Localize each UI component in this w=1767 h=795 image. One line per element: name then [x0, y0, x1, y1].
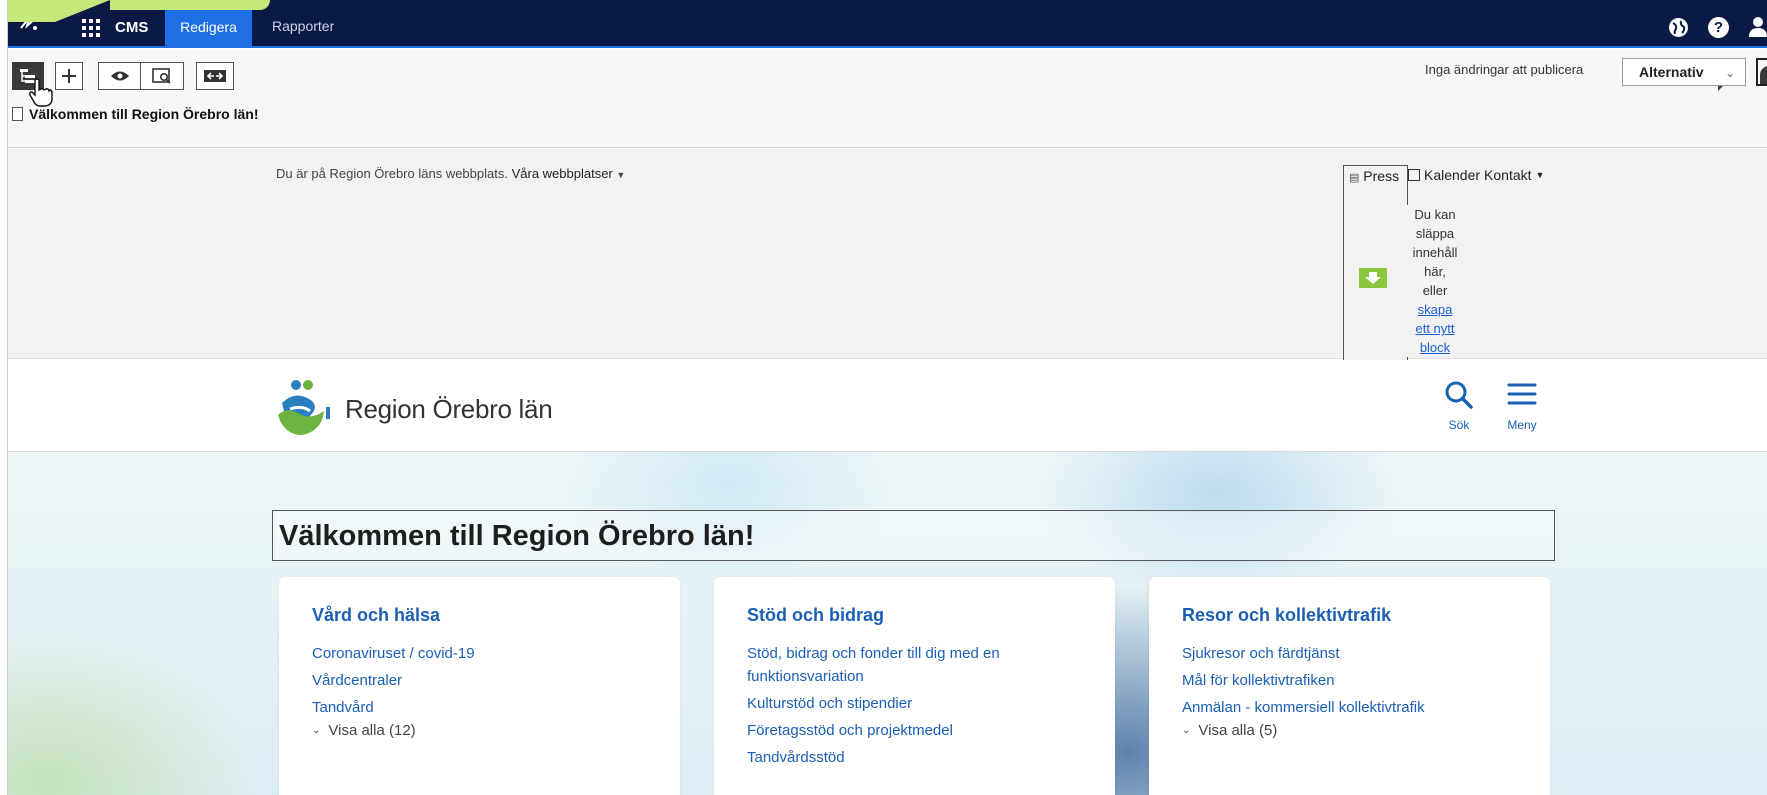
chevron-down-icon: ⌄ [1724, 66, 1735, 80]
card-link[interactable]: Tandvård [312, 696, 652, 719]
current-page-name: Välkommen till Region Örebro län! [12, 106, 258, 122]
create-block-link-line: skapa [1417, 302, 1453, 317]
options-dropdown[interactable]: Alternativ ⌄ [1622, 58, 1746, 86]
publish-status: Inga ändringar att publicera [1425, 62, 1584, 77]
show-all-label: Visa alla (5) [1198, 722, 1278, 739]
cms-product-label[interactable]: CMS [115, 19, 148, 36]
preview-button[interactable] [99, 63, 141, 89]
card-link[interactable]: Coronaviruset / covid-19 [312, 642, 652, 665]
create-new-block-link[interactable]: skapa ett nytt block [1405, 300, 1465, 357]
hero-heading-block[interactable]: Välkommen till Region Örebro län! [272, 510, 1555, 561]
content-area-dropzone[interactable] [1343, 165, 1408, 361]
show-all-toggle[interactable]: ⌄ Visa alla (5) [1182, 721, 1522, 741]
card-link-list: Sjukresor och färdtjänst Mål för kollekt… [1182, 642, 1522, 745]
tab-reports[interactable]: Rapporter [272, 18, 334, 34]
card-link[interactable]: Mål för kollektivtrafiken [1182, 669, 1522, 692]
show-all-label: Visa alla (12) [328, 722, 416, 739]
menu-button[interactable]: Meny [1503, 380, 1541, 432]
card-title[interactable]: Resor och kollektivtrafik [1182, 605, 1391, 626]
eye-icon [110, 71, 129, 81]
options-label: Alternativ [1639, 64, 1704, 80]
card-link-list: Coronaviruset / covid-19 Vårdcentraler T… [312, 642, 652, 745]
tab-edit[interactable]: Redigera [165, 6, 252, 48]
dropzone-text-line: eller [1422, 283, 1448, 298]
hand-cursor-icon [29, 78, 53, 107]
card-link[interactable]: Vårdcentraler [312, 669, 652, 692]
caret-down-icon: ▼ [616, 170, 626, 180]
chevron-down-icon: ⌄ [312, 725, 321, 736]
topic-card: Vård och hälsa Coronaviruset / covid-19 … [279, 577, 680, 795]
press-icon: ▤ [1349, 172, 1360, 184]
search-icon [1445, 381, 1473, 409]
dropzone-instructions: Du kan släppa innehåll här, eller skapa … [1405, 205, 1465, 357]
card-link[interactable]: Företagsstöd och projektmedel [747, 719, 1087, 742]
dropzone-text-line: innehåll [1412, 245, 1458, 260]
search-label: Sök [1448, 418, 1470, 432]
card-link[interactable]: Tandvårdsstöd [747, 746, 1087, 769]
create-block-link-line: ett nytt [1415, 321, 1455, 336]
onboarding-highlight-tab [110, 0, 270, 10]
help-icon[interactable]: ? [1708, 17, 1729, 38]
document-icon [12, 107, 23, 121]
dropzone-text-line: Du kan [1414, 207, 1456, 222]
plus-icon [62, 69, 76, 83]
calendar-icon [1408, 169, 1420, 181]
hero-heading: Välkommen till Region Örebro län! [279, 520, 755, 552]
app-grid-icon[interactable] [82, 19, 100, 37]
compare-button[interactable] [196, 62, 234, 90]
region-orebro-logo-icon[interactable] [276, 379, 332, 437]
card-link[interactable]: Sjukresor och färdtjänst [1182, 642, 1522, 665]
publish-button-edge[interactable] [1756, 58, 1767, 86]
press-link[interactable]: ▤ Press [1349, 168, 1399, 184]
view-mode-group [98, 62, 184, 90]
card-title[interactable]: Stöd och bidrag [747, 605, 884, 626]
globe-icon[interactable] [1668, 17, 1689, 38]
search-button[interactable]: Sök [1440, 380, 1478, 432]
hamburger-menu-icon [1507, 383, 1537, 405]
preview-zoom-icon [152, 68, 171, 84]
drop-here-icon [1359, 268, 1387, 288]
compare-icon [204, 70, 226, 82]
caret-down-icon: ▼ [1535, 170, 1545, 180]
card-link[interactable]: Anmälan - kommersiell kollektivtrafik [1182, 696, 1522, 719]
card-link-list: Stöd, bidrag och fonder till dig med en … [747, 642, 1087, 773]
current-page-title: Välkommen till Region Örebro län! [29, 106, 259, 122]
menu-label: Meny [1507, 418, 1537, 432]
topic-card: Resor och kollektivtrafik Sjukresor och … [1149, 577, 1550, 795]
create-block-link-line: block [1419, 340, 1451, 355]
press-label: Press [1363, 168, 1400, 184]
card-link[interactable]: Stöd, bidrag och fonder till dig med en … [747, 642, 1087, 688]
contact-link[interactable]: Kontakt [1484, 167, 1531, 183]
show-all-toggle[interactable]: ⌄ Visa alla (12) [312, 721, 652, 741]
calendar-link[interactable]: Kalender [1424, 167, 1480, 183]
utility-links: ▤ Press Du kan släppa innehåll här, elle… [1343, 165, 1470, 361]
brand-name[interactable]: Region Örebro län [345, 394, 553, 425]
site-notice-text: Du är på Region Örebro läns webbplats. [276, 166, 508, 181]
card-link[interactable]: Kulturstöd och stipendier [747, 692, 1087, 715]
utility-nav: Kalender Kontakt ▼ [1408, 167, 1544, 183]
chevron-down-icon: ⌄ [1182, 725, 1191, 736]
add-content-button[interactable] [55, 62, 83, 90]
our-sites-link[interactable]: Våra webbplatser [512, 166, 613, 181]
preview-device-button[interactable] [141, 63, 183, 89]
window-left-edge [0, 0, 8, 795]
user-icon[interactable] [1748, 16, 1767, 38]
dropzone-text-line: släppa [1415, 226, 1455, 241]
card-title[interactable]: Vård och hälsa [312, 605, 440, 626]
topic-card: Stöd och bidrag Stöd, bidrag och fonder … [714, 577, 1115, 795]
site-notice: Du är på Region Örebro läns webbplats. V… [276, 166, 625, 181]
dropzone-text-line: här, [1424, 264, 1446, 279]
